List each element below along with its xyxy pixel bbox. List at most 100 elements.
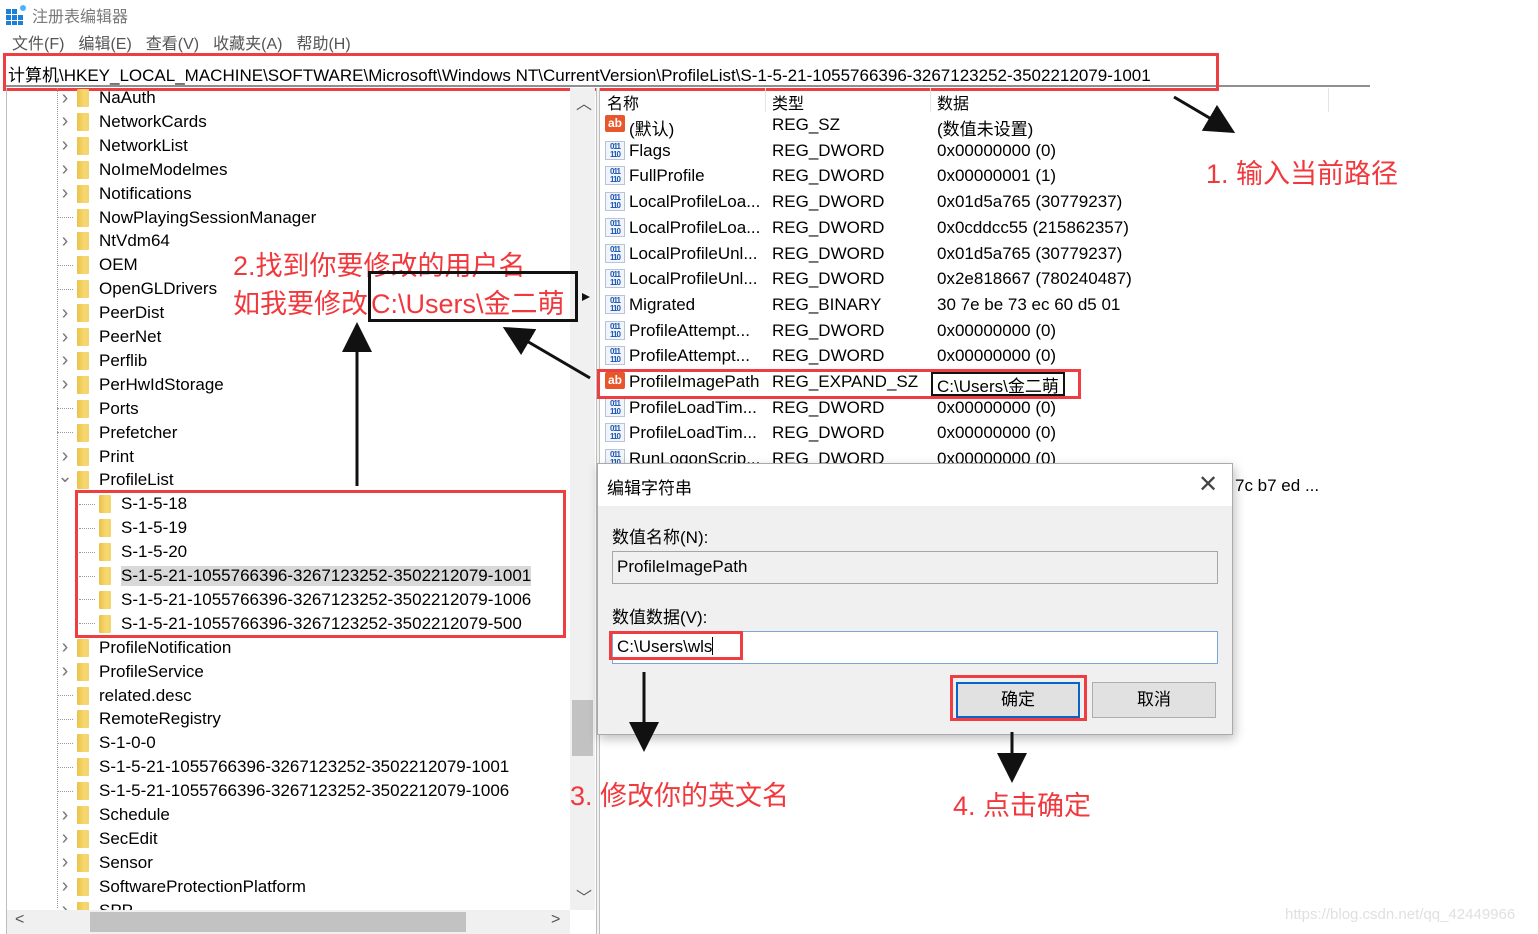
chevron-right-icon[interactable]: › bbox=[57, 87, 73, 110]
tree-item-label[interactable]: NowPlayingSessionManager bbox=[99, 208, 316, 228]
chevron-right-icon[interactable]: › bbox=[57, 326, 73, 349]
close-icon[interactable]: ✕ bbox=[1198, 470, 1218, 499]
tree-item-label[interactable]: NetworkList bbox=[99, 136, 188, 156]
tree-item-label[interactable]: ProfileService bbox=[99, 662, 204, 682]
tree-item-label[interactable]: Perflib bbox=[99, 351, 147, 371]
tree-item[interactable]: › ProfileNotification bbox=[57, 636, 232, 660]
tree-item-label[interactable]: Prefetcher bbox=[99, 423, 177, 443]
tree-item-label[interactable]: NtVdm64 bbox=[99, 231, 170, 251]
tree-item-label[interactable]: PerHwIdStorage bbox=[99, 375, 224, 395]
value-row[interactable]: 011 110 ProfileAttempt... REG_DWORD 0x000000… bbox=[600, 344, 1330, 369]
chevron-right-icon[interactable]: › bbox=[57, 875, 73, 898]
chevron-right-icon[interactable]: › bbox=[57, 110, 73, 133]
value-row[interactable]: 011 110 ProfileAttempt... REG_DWORD 0x000000… bbox=[600, 319, 1330, 344]
tree-item-label[interactable]: S-1-5-21-1055766396-3267123252-350221207… bbox=[99, 781, 509, 801]
tree-item[interactable]: S-1-0-0 bbox=[57, 731, 156, 755]
tree-item-label[interactable]: SoftwareProtectionPlatform bbox=[99, 877, 306, 897]
tree-item[interactable]: OEM bbox=[57, 253, 138, 277]
tree-item[interactable]: OpenGLDrivers bbox=[57, 277, 217, 301]
tree-item[interactable]: › Sensor bbox=[57, 851, 153, 875]
tree-item[interactable]: ⌄ ProfileList bbox=[57, 466, 174, 492]
tree-item[interactable]: › SoftwareProtectionPlatform bbox=[57, 875, 306, 899]
tree-item[interactable]: › Notifications bbox=[57, 182, 192, 206]
tree-item[interactable]: › Schedule bbox=[57, 803, 170, 827]
tree-item-label[interactable]: Schedule bbox=[99, 805, 170, 825]
tree-item[interactable]: › Perflib bbox=[57, 349, 148, 373]
tree-item-label[interactable]: RemoteRegistry bbox=[99, 709, 221, 729]
column-header-data[interactable]: 数据 bbox=[937, 90, 969, 114]
menu-file[interactable]: 文件(F) bbox=[12, 30, 64, 54]
tree-item[interactable]: › NetworkList bbox=[57, 134, 188, 158]
chevron-down-icon[interactable]: ⌄ bbox=[57, 466, 73, 487]
tree-item[interactable]: › SecEdit bbox=[57, 827, 158, 851]
tree-item[interactable]: › Print bbox=[57, 445, 134, 469]
chevron-right-icon[interactable]: › bbox=[57, 636, 73, 659]
cancel-button[interactable]: 取消 bbox=[1092, 682, 1216, 718]
chevron-right-icon[interactable]: › bbox=[57, 302, 73, 325]
tree-item[interactable]: › NtVdm64 bbox=[57, 229, 170, 253]
chevron-right-icon[interactable]: › bbox=[57, 230, 73, 253]
tree-item[interactable]: › ProfileService bbox=[57, 660, 204, 684]
menu-view[interactable]: 查看(V) bbox=[146, 30, 199, 54]
tree-item-label[interactable]: related.desc bbox=[99, 686, 192, 706]
tree-horizontal-scrollbar[interactable]: < > bbox=[7, 910, 570, 934]
tree-vscroll-thumb[interactable] bbox=[572, 700, 593, 756]
tree-item[interactable]: NowPlayingSessionManager bbox=[57, 206, 316, 230]
scroll-right-icon[interactable]: > bbox=[551, 911, 560, 929]
tree-item[interactable]: RemoteRegistry bbox=[57, 707, 221, 731]
tree-item-label[interactable]: Sensor bbox=[99, 853, 153, 873]
value-row[interactable]: 011 110 LocalProfileUnl... REG_DWORD 0x01d5a… bbox=[600, 242, 1330, 267]
tree-item[interactable]: › NoImeModelmes bbox=[57, 158, 228, 182]
scroll-left-icon[interactable]: < bbox=[15, 911, 24, 929]
chevron-right-icon[interactable]: › bbox=[57, 851, 73, 874]
tree-item-label[interactable]: OEM bbox=[99, 255, 138, 275]
scroll-down-icon[interactable]: ﹀ bbox=[576, 884, 592, 908]
tree-item-label[interactable]: NoImeModelmes bbox=[99, 160, 228, 180]
menu-help[interactable]: 帮助(H) bbox=[296, 30, 350, 54]
value-row[interactable]: 011 110 ProfileLoadTim... REG_DWORD 0x000000… bbox=[600, 396, 1330, 421]
tree-item[interactable]: › PerHwIdStorage bbox=[57, 373, 224, 397]
tree-item-label[interactable]: PeerNet bbox=[99, 327, 161, 347]
tree-hscroll-thumb[interactable] bbox=[90, 912, 466, 932]
tree-item[interactable]: › PeerNet bbox=[57, 325, 162, 349]
tree-item-label[interactable]: NetworkCards bbox=[99, 112, 207, 132]
tree-item[interactable]: › NetworkCards bbox=[57, 110, 207, 134]
tree-item-label[interactable]: OpenGLDrivers bbox=[99, 279, 217, 299]
value-row[interactable]: 011 110 ProfileLoadTim... REG_DWORD 0x000000… bbox=[600, 421, 1330, 446]
tree-item-label[interactable]: S-1-0-0 bbox=[99, 733, 156, 753]
value-row[interactable]: 011 110 LocalProfileUnl... REG_DWORD 0x2e818… bbox=[600, 267, 1330, 292]
tree-item-label[interactable]: SecEdit bbox=[99, 829, 158, 849]
tree-item-label[interactable]: S-1-5-21-1055766396-3267123252-350221207… bbox=[99, 757, 509, 777]
tree-item-label[interactable]: PeerDist bbox=[99, 303, 164, 323]
value-row[interactable]: 011 110 Migrated REG_BINARY 30 7e be 73 ec 6… bbox=[600, 293, 1330, 318]
chevron-right-icon[interactable]: › bbox=[57, 445, 73, 468]
column-header-type[interactable]: 类型 bbox=[772, 90, 804, 114]
chevron-right-icon[interactable]: › bbox=[57, 804, 73, 827]
chevron-right-icon[interactable]: › bbox=[57, 134, 73, 157]
tree-item-label[interactable]: ProfileList bbox=[99, 470, 174, 490]
tree-item[interactable]: S-1-5-21-1055766396-3267123252-350221207… bbox=[57, 779, 509, 803]
value-row[interactable]: 011 110 LocalProfileLoa... REG_DWORD 0x01d5a… bbox=[600, 190, 1330, 215]
tree-item-label[interactable]: NaAuth bbox=[99, 88, 156, 108]
tree-item[interactable]: related.desc bbox=[57, 684, 192, 708]
chevron-right-icon[interactable]: › bbox=[57, 827, 73, 850]
tree-item[interactable]: S-1-5-21-1055766396-3267123252-350221207… bbox=[57, 755, 509, 779]
tree-item-label[interactable]: Notifications bbox=[99, 184, 192, 204]
tree-item-label[interactable]: ProfileNotification bbox=[99, 638, 231, 658]
chevron-right-icon[interactable]: › bbox=[57, 660, 73, 683]
tree-item-label[interactable]: Print bbox=[99, 447, 134, 467]
value-row[interactable]: ab (默认) REG_SZ (数值未设置) bbox=[600, 113, 1330, 139]
value-row[interactable]: 011 110 LocalProfileLoa... REG_DWORD 0x0cddc… bbox=[600, 216, 1330, 241]
tree-item[interactable]: Prefetcher bbox=[57, 421, 177, 445]
chevron-right-icon[interactable]: › bbox=[57, 349, 73, 372]
tree-item-label[interactable]: Ports bbox=[99, 399, 139, 419]
column-header-name[interactable]: 名称 bbox=[607, 90, 639, 114]
scroll-up-icon[interactable]: ︿ bbox=[576, 90, 592, 114]
chevron-right-icon[interactable]: › bbox=[57, 158, 73, 181]
menu-favorites[interactable]: 收藏夹(A) bbox=[213, 30, 282, 54]
tree-item[interactable]: › NaAuth bbox=[57, 86, 156, 110]
chevron-right-icon[interactable]: › bbox=[57, 373, 73, 396]
tree-item[interactable]: › PeerDist bbox=[57, 301, 165, 325]
chevron-right-icon[interactable]: › bbox=[57, 182, 73, 205]
tree-item[interactable]: Ports bbox=[57, 397, 139, 421]
